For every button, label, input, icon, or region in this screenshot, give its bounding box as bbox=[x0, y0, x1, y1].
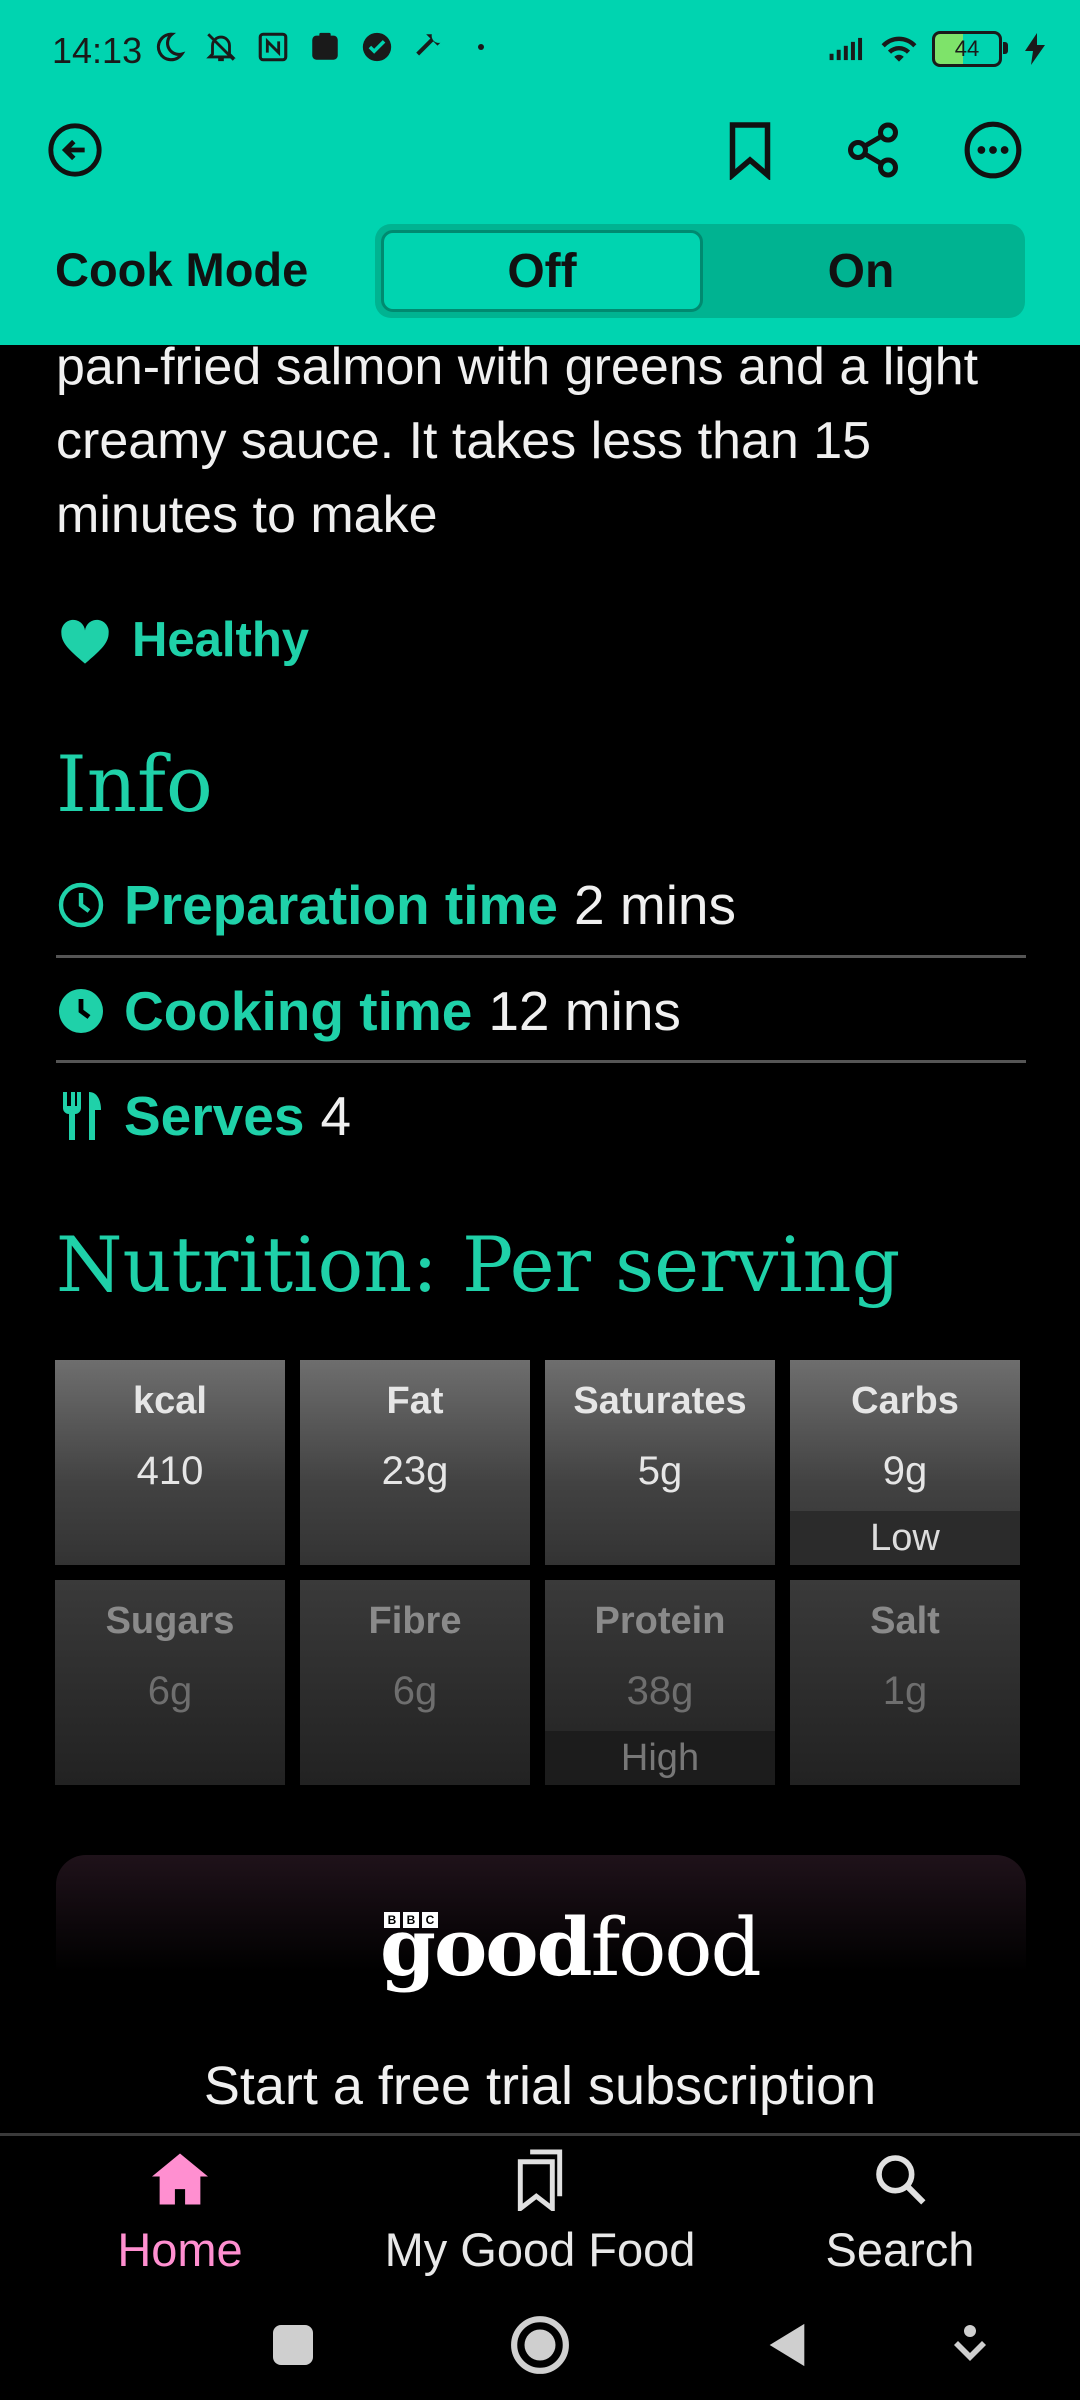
nutrition-label: Fibre bbox=[368, 1600, 462, 1642]
nutrition-label: Salt bbox=[870, 1600, 940, 1642]
healthy-label: Healthy bbox=[132, 613, 310, 667]
home-system-button[interactable] bbox=[505, 2310, 575, 2380]
wifi-icon bbox=[880, 30, 918, 68]
cooking-time-row: Cooking time 12 mins bbox=[56, 959, 1026, 1063]
share-icon bbox=[848, 122, 898, 178]
nutrition-value: 1g bbox=[882, 1669, 928, 1713]
bell-off-icon bbox=[202, 28, 240, 66]
nutrition-cell-fibre: Fibre 6g bbox=[300, 1580, 530, 1785]
triangle-back-icon bbox=[769, 2323, 805, 2367]
nutrition-label: Fat bbox=[386, 1380, 444, 1422]
share-button[interactable] bbox=[838, 115, 908, 185]
system-navigation bbox=[0, 2290, 1080, 2400]
cook-mode-label: Cook Mode bbox=[55, 243, 309, 296]
recents-button[interactable] bbox=[258, 2310, 328, 2380]
goodfood-logo: goodfood bbox=[380, 1900, 762, 1994]
nutrition-value: 6g bbox=[392, 1669, 438, 1713]
nutrition-value: 38g bbox=[626, 1669, 694, 1713]
signal-icon bbox=[828, 30, 866, 68]
serves-row: Serves 4 bbox=[56, 1064, 1026, 1168]
nutrition-value: 6g bbox=[147, 1669, 193, 1713]
clock-outline-icon bbox=[56, 880, 106, 930]
app-header: 14:13 44 Cook Mode Off On bbox=[0, 0, 1080, 345]
nutrition-value: 9g bbox=[882, 1449, 928, 1493]
prep-time-row: Preparation time 2 mins bbox=[56, 853, 1026, 957]
toggle-on[interactable]: On bbox=[703, 230, 1019, 312]
chevron-down-icon bbox=[954, 2325, 986, 2361]
back-system-button[interactable] bbox=[752, 2310, 822, 2380]
nutrition-cell-saturates: Saturates 5g bbox=[545, 1360, 775, 1565]
bookmark-icon bbox=[729, 122, 771, 180]
nutrition-label: kcal bbox=[133, 1380, 207, 1422]
wrench-icon bbox=[410, 28, 448, 66]
nutrition-cell-salt: Salt 1g bbox=[790, 1580, 1020, 1785]
nutrition-value: 23g bbox=[381, 1449, 449, 1493]
cook-mode-toggle[interactable]: Off On bbox=[375, 224, 1025, 318]
cutlery-icon bbox=[56, 1091, 106, 1141]
nutrition-heading: Nutrition: Per serving bbox=[56, 1220, 901, 1309]
cooking-time-label: Cooking time bbox=[124, 980, 473, 1042]
more-horizontal-icon bbox=[964, 121, 1022, 179]
nav-home[interactable]: Home bbox=[20, 2144, 340, 2277]
nutrition-label: Protein bbox=[594, 1600, 726, 1642]
nfc-icon bbox=[254, 28, 292, 66]
arrow-left-circle-icon bbox=[48, 123, 102, 177]
nutrition-cell-kcal: kcal 410 bbox=[55, 1360, 285, 1565]
info-heading: Info bbox=[56, 740, 213, 830]
back-button[interactable] bbox=[40, 115, 110, 185]
moon-icon bbox=[150, 28, 188, 66]
nav-home-label: Home bbox=[117, 2223, 243, 2276]
nutrition-badge-low: Low bbox=[790, 1511, 1020, 1565]
recipe-description: pan-fried salmon with greens and a light… bbox=[56, 338, 979, 544]
dot-icon bbox=[462, 28, 500, 66]
nutrition-cell-protein: Protein 38g High bbox=[545, 1580, 775, 1785]
prep-time-value: 2 mins bbox=[574, 874, 737, 936]
serves-value: 4 bbox=[320, 1085, 352, 1147]
serves-label: Serves bbox=[124, 1085, 305, 1147]
mi-app-icon bbox=[306, 28, 344, 66]
healthy-tag[interactable]: Healthy bbox=[56, 612, 309, 668]
prep-time-label: Preparation time bbox=[124, 874, 559, 936]
nutrition-cell-fat: Fat 23g bbox=[300, 1360, 530, 1565]
nutrition-label: Sugars bbox=[105, 1600, 235, 1642]
home-icon bbox=[20, 2144, 340, 2214]
nutrition-value: 5g bbox=[637, 1449, 683, 1493]
bookmark-button[interactable] bbox=[715, 115, 785, 185]
assistant-button[interactable] bbox=[935, 2310, 1005, 2380]
charging-icon bbox=[1016, 30, 1054, 68]
search-icon bbox=[740, 2144, 1060, 2214]
nav-my-good-food[interactable]: My Good Food bbox=[380, 2144, 700, 2277]
more-options-button[interactable] bbox=[958, 115, 1028, 185]
bookmarks-icon bbox=[380, 2144, 700, 2214]
nutrition-badge-high: High bbox=[545, 1731, 775, 1785]
nutrition-value: 410 bbox=[136, 1449, 204, 1493]
battery-indicator: 44 bbox=[932, 31, 1008, 67]
bottom-navigation: Home My Good Food Search bbox=[0, 2133, 1080, 2293]
status-time: 14:13 bbox=[52, 30, 143, 71]
promo-text[interactable]: Start a free trial subscription bbox=[0, 2055, 1080, 2117]
divider bbox=[56, 1060, 1026, 1063]
clock-filled-icon bbox=[56, 986, 106, 1036]
nav-my-good-food-label: My Good Food bbox=[384, 2223, 696, 2276]
nutrition-cell-sugars: Sugars 6g bbox=[55, 1580, 285, 1785]
status-icons bbox=[150, 28, 500, 66]
toggle-off[interactable]: Off bbox=[381, 230, 703, 312]
nutrition-label: Saturates bbox=[573, 1380, 747, 1422]
cooking-time-value: 12 mins bbox=[488, 980, 681, 1042]
square-icon bbox=[273, 2325, 313, 2365]
nav-search[interactable]: Search bbox=[740, 2144, 1060, 2277]
status-icons-right: 44 bbox=[828, 30, 1054, 68]
nav-search-label: Search bbox=[825, 2223, 975, 2276]
heart-icon bbox=[61, 619, 109, 664]
circle-icon bbox=[511, 2316, 569, 2374]
divider bbox=[56, 955, 1026, 958]
nutrition-cell-carbs: Carbs 9g Low bbox=[790, 1360, 1020, 1565]
nutrition-label: Carbs bbox=[851, 1380, 959, 1422]
check-circle-icon bbox=[358, 28, 396, 66]
